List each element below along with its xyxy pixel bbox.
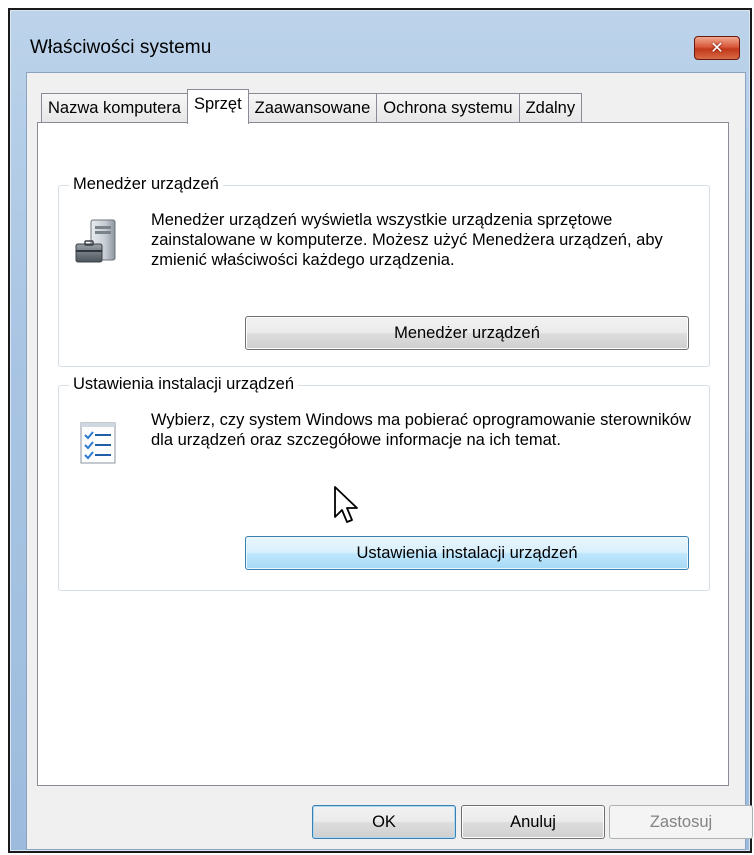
tab-hardware[interactable]: Sprzęt bbox=[186, 89, 249, 124]
device-manager-icon bbox=[73, 218, 123, 268]
device-installation-settings-button[interactable]: Ustawienia instalacji urządzeń bbox=[245, 536, 689, 570]
ok-button[interactable]: OK bbox=[312, 805, 456, 839]
tab-advanced[interactable]: Zaawansowane bbox=[247, 93, 378, 123]
close-icon: ✕ bbox=[710, 40, 724, 57]
window-title: Właściwości systemu bbox=[30, 37, 212, 58]
device-installation-description: Wybierz, czy system Windows ma pobierać … bbox=[151, 411, 691, 449]
dialog-client-area: Nazwa komputera Sprzęt Zaawansowane Ochr… bbox=[26, 72, 753, 850]
tab-system-protection[interactable]: Ochrona systemu bbox=[376, 93, 520, 123]
device-installation-group: Ustawienia instalacji urządzeń Wybierz, … bbox=[58, 375, 710, 591]
device-manager-description: Menedżer urządzeń wyświetla wszystkie ur… bbox=[151, 211, 663, 269]
tab-strip: Nazwa komputera Sprzęt Zaawansowane Ochr… bbox=[41, 89, 583, 124]
checklist-icon bbox=[73, 418, 123, 468]
cancel-button[interactable]: Anuluj bbox=[461, 805, 605, 839]
hardware-tab-panel: Menedżer urządzeń Menedżer urządzeń wyśw… bbox=[37, 122, 729, 786]
device-installation-group-label: Ustawienia instalacji urządzeń bbox=[69, 375, 299, 394]
tab-remote[interactable]: Zdalny bbox=[518, 93, 583, 123]
device-manager-group-label: Menedżer urządzeń bbox=[69, 175, 223, 194]
tab-computer-name[interactable]: Nazwa komputera bbox=[41, 93, 188, 123]
system-properties-window: Właściwości systemu ✕ Nazwa komputera Sp… bbox=[8, 8, 753, 853]
close-button[interactable]: ✕ bbox=[694, 36, 740, 60]
device-manager-button[interactable]: Menedżer urządzeń bbox=[245, 316, 689, 350]
device-manager-group: Menedżer urządzeń Menedżer urządzeń wyśw… bbox=[58, 175, 710, 367]
apply-button[interactable]: Zastosuj bbox=[609, 805, 753, 839]
